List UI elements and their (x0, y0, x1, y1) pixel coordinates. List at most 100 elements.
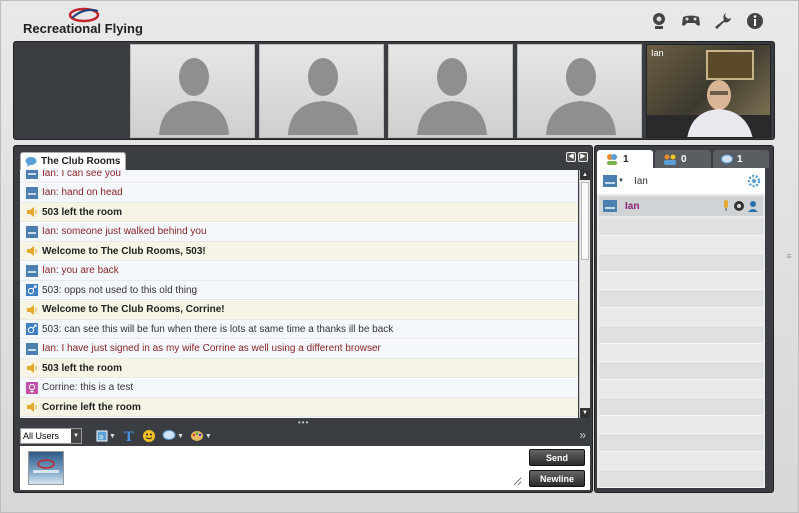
tab-chats[interactable]: 1 (713, 150, 769, 168)
live-video-feed[interactable]: Ian (646, 44, 771, 138)
scroll-thumb[interactable] (581, 182, 589, 260)
empty-user-row (599, 344, 763, 362)
scroll-up-button[interactable]: ▲ (580, 170, 590, 180)
chat-style-button[interactable]: ▼ (162, 430, 184, 442)
male-icon (26, 323, 38, 335)
chat-message-row: Ian: hand on head (20, 183, 578, 203)
send-button[interactable]: Send (529, 449, 585, 466)
user-icon (26, 342, 38, 355)
speaker-icon (26, 401, 38, 413)
system-message-row: Welcome to The Club Rooms, 503! (20, 242, 578, 261)
chat-icon (721, 154, 733, 163)
message-text: Ian: someone just walked behind you (42, 226, 207, 237)
header: Recreational Flying (1, 1, 799, 41)
person-placeholder-icon (159, 58, 229, 135)
info-icon[interactable] (744, 11, 766, 31)
app-window: Recreational Flying ≡ Ian The Club Rooms… (0, 0, 799, 513)
user-icon (26, 186, 38, 199)
empty-user-row (599, 362, 763, 380)
chevron-down-icon: ▼ (71, 429, 81, 443)
person-placeholder-icon (288, 58, 358, 135)
message-scrollbar[interactable]: ▲ ▼ (579, 170, 590, 418)
svg-text:a: a (99, 433, 103, 441)
system-message-row: Welcome to The Club Rooms, Corrine! (20, 300, 578, 320)
empty-user-row (599, 290, 763, 308)
chat-message-row: Corrine: this is a test (20, 378, 578, 398)
system-message-row: 503 left the room (20, 203, 578, 222)
chat-bubble-icon (25, 157, 37, 167)
gamepad-icon[interactable] (680, 11, 702, 31)
svg-text:T: T (124, 430, 134, 443)
users-icon (607, 154, 617, 165)
message-text: 503 left the room (42, 206, 123, 218)
gear-icon[interactable] (747, 174, 761, 188)
compose-area: Send Newline (20, 446, 590, 490)
webcam-status-icon[interactable] (733, 200, 745, 212)
microphone-icon[interactable] (721, 200, 731, 212)
expand-toolbar-icon[interactable]: » (579, 428, 586, 442)
chat-message-row: Ian: I can see you (20, 170, 578, 183)
speech-bubble-icon (162, 430, 176, 440)
tab-groups[interactable]: 0 (655, 150, 711, 168)
message-text: Corrine left the room (42, 401, 141, 413)
avatar (28, 451, 64, 485)
font-button[interactable]: T (122, 429, 136, 443)
video-slot-empty[interactable] (130, 44, 255, 138)
message-input[interactable] (72, 450, 522, 486)
video-slot-empty[interactable] (259, 44, 384, 138)
message-text: Welcome to The Club Rooms, Corrine! (42, 304, 225, 315)
group-icon (664, 154, 676, 165)
avatar-logo-image (33, 459, 59, 473)
tab-scroll-left-button[interactable]: ◀ (566, 152, 576, 162)
wrench-icon[interactable] (712, 11, 734, 31)
emoticon-button[interactable] (142, 429, 156, 443)
webcam-person-image (647, 50, 770, 137)
message-text: 503: can see this will be fun when there… (42, 323, 394, 335)
webcam-icon[interactable] (648, 11, 670, 31)
message-text: Corrine: this is a test (42, 382, 134, 393)
video-slot-empty[interactable] (517, 44, 642, 138)
self-user-row: ▼ Ian (597, 168, 765, 194)
tab-chats-count: 1 (737, 153, 743, 165)
compose-toolbar: All Users ▼ a ▼ T ▼ ▼ » (20, 426, 590, 446)
room-tab-label: The Club Rooms (41, 156, 121, 167)
font-icon: T (124, 430, 134, 443)
video-slot-empty[interactable] (388, 44, 513, 138)
status-select[interactable]: ▼ (603, 175, 624, 187)
recipient-value: All Users (23, 431, 60, 441)
profile-icon[interactable] (747, 200, 759, 212)
tab-users[interactable]: 1 (597, 150, 653, 168)
system-message-row: 503 left the room (20, 359, 578, 378)
user-icon (26, 225, 38, 238)
app-title: Recreational Flying (23, 21, 143, 36)
color-palette-button[interactable]: ▼ (190, 430, 212, 442)
user-list-username: Ian (625, 200, 640, 212)
message-text: Ian: you are back (42, 265, 119, 276)
speaker-icon (26, 362, 38, 374)
speaker-icon (26, 304, 38, 316)
chat-message-row: Ian: I have just signed in as my wife Co… (20, 339, 578, 359)
tab-scroll-right-button[interactable]: ▶ (578, 152, 588, 162)
window-resize-grip[interactable]: ≡ (784, 251, 794, 261)
person-placeholder-icon (417, 58, 487, 135)
chat-message-row: Ian: someone just walked behind you (20, 222, 578, 242)
chat-message-row: 503: can see this will be fun when there… (20, 320, 578, 339)
scroll-down-button[interactable]: ▼ (580, 408, 590, 418)
message-text: 503: opps not used to this old thing (42, 284, 198, 296)
recipient-select[interactable]: All Users ▼ (20, 428, 82, 444)
user-list-item[interactable]: Ian (599, 196, 763, 216)
message-list[interactable]: Ian: I can see you Ian: hand on head 503 l… (20, 170, 578, 418)
female-icon (26, 381, 38, 394)
smiley-icon (142, 430, 155, 442)
message-text: Welcome to The Club Rooms, 503! (42, 245, 206, 257)
text-style-button[interactable]: a ▼ (96, 430, 116, 442)
newline-button[interactable]: Newline (529, 470, 585, 487)
empty-user-row (599, 254, 763, 272)
tab-the-club-rooms[interactable]: The Club Rooms (20, 152, 126, 170)
user-icon (26, 264, 38, 277)
tab-users-count: 1 (623, 153, 629, 165)
self-avatar-icon (603, 175, 617, 187)
chat-panel: The Club Rooms ◀ ▶ Ian: I can see you Ian… (13, 145, 593, 493)
chat-message-row: Ian: you are back (20, 261, 578, 281)
empty-user-row (599, 380, 763, 398)
